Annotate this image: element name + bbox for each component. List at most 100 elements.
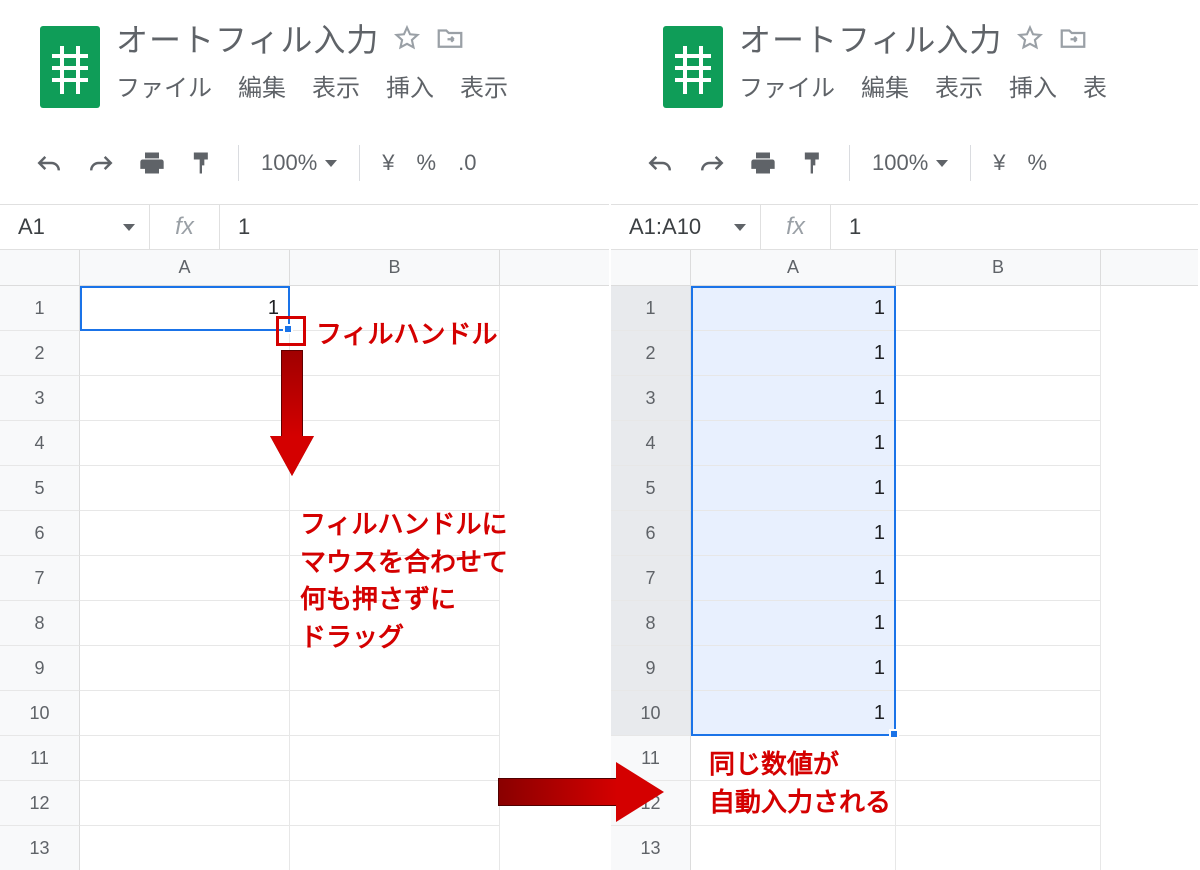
column-header-a[interactable]: A (691, 250, 896, 285)
redo-icon[interactable] (86, 152, 116, 174)
formula-input[interactable]: 1 (220, 205, 609, 249)
menu-insert[interactable]: 挿入 (386, 68, 434, 103)
spreadsheet-grid[interactable]: A B 112131415161718191101111213 同じ数値が 自動… (611, 250, 1198, 870)
cell[interactable] (896, 511, 1101, 556)
cell[interactable]: 1 (691, 421, 896, 466)
row-header[interactable]: 4 (0, 421, 80, 466)
cell[interactable] (896, 781, 1101, 826)
row-header[interactable]: 12 (0, 781, 80, 826)
row-header[interactable]: 3 (611, 376, 691, 421)
row-header[interactable]: 8 (0, 601, 80, 646)
cell[interactable] (896, 736, 1101, 781)
row-header[interactable]: 1 (0, 286, 80, 331)
cell[interactable] (896, 286, 1101, 331)
menu-view[interactable]: 表示 (935, 68, 983, 103)
cell[interactable] (290, 826, 500, 870)
cell[interactable]: 1 (80, 286, 290, 331)
select-all-corner[interactable] (611, 250, 691, 285)
cell[interactable]: 1 (691, 376, 896, 421)
row-header[interactable]: 4 (611, 421, 691, 466)
zoom-selector[interactable]: 100% (261, 150, 337, 176)
star-icon[interactable] (1016, 24, 1044, 52)
cell[interactable] (290, 781, 500, 826)
row-header[interactable]: 13 (0, 826, 80, 870)
paint-format-icon[interactable] (188, 149, 216, 177)
row-header[interactable]: 1 (611, 286, 691, 331)
cell[interactable] (80, 376, 290, 421)
format-decimal-button[interactable]: .0 (458, 150, 476, 176)
row-header[interactable]: 11 (0, 736, 80, 781)
cell[interactable] (80, 511, 290, 556)
row-header[interactable]: 8 (611, 601, 691, 646)
cell[interactable] (896, 556, 1101, 601)
cell[interactable]: 1 (691, 556, 896, 601)
row-header[interactable]: 5 (611, 466, 691, 511)
cell[interactable] (80, 646, 290, 691)
cell[interactable] (896, 646, 1101, 691)
name-box[interactable]: A1:A10 (611, 205, 761, 249)
format-currency-button[interactable]: ¥ (993, 150, 1005, 176)
cell[interactable]: 1 (691, 331, 896, 376)
cell[interactable] (896, 826, 1101, 870)
row-header[interactable]: 3 (0, 376, 80, 421)
row-header[interactable]: 6 (0, 511, 80, 556)
column-header-a[interactable]: A (80, 250, 290, 285)
cell[interactable] (80, 691, 290, 736)
menu-format[interactable]: 表 (1083, 68, 1107, 103)
row-header[interactable]: 2 (0, 331, 80, 376)
format-percent-button[interactable]: % (417, 150, 437, 176)
redo-icon[interactable] (697, 152, 727, 174)
column-header-b[interactable]: B (290, 250, 500, 285)
cell[interactable]: 1 (691, 646, 896, 691)
cell[interactable] (691, 826, 896, 870)
cell[interactable]: 1 (691, 286, 896, 331)
cell[interactable] (896, 466, 1101, 511)
menu-format[interactable]: 表示 (460, 68, 508, 103)
formula-input[interactable]: 1 (831, 205, 1198, 249)
cell[interactable] (896, 691, 1101, 736)
menu-view[interactable]: 表示 (312, 68, 360, 103)
menu-edit[interactable]: 編集 (238, 68, 286, 103)
print-icon[interactable] (138, 150, 166, 176)
cell[interactable] (896, 601, 1101, 646)
cell[interactable]: 1 (691, 466, 896, 511)
row-header[interactable]: 7 (0, 556, 80, 601)
cell[interactable] (80, 421, 290, 466)
doc-title[interactable]: オートフィル入力 (739, 15, 1002, 61)
doc-title[interactable]: オートフィル入力 (116, 15, 379, 61)
paint-format-icon[interactable] (799, 149, 827, 177)
menu-insert[interactable]: 挿入 (1009, 68, 1057, 103)
row-header[interactable]: 10 (611, 691, 691, 736)
row-header[interactable]: 7 (611, 556, 691, 601)
row-header[interactable]: 6 (611, 511, 691, 556)
cell[interactable]: 1 (691, 691, 896, 736)
zoom-selector[interactable]: 100% (872, 150, 948, 176)
cell[interactable] (896, 421, 1101, 466)
cell[interactable] (290, 421, 500, 466)
cell[interactable] (80, 781, 290, 826)
cell[interactable] (290, 736, 500, 781)
cell[interactable] (896, 331, 1101, 376)
cell[interactable]: 1 (691, 511, 896, 556)
row-header[interactable]: 9 (611, 646, 691, 691)
undo-icon[interactable] (34, 152, 64, 174)
menu-edit[interactable]: 編集 (861, 68, 909, 103)
name-box[interactable]: A1 (0, 205, 150, 249)
move-folder-icon[interactable] (1058, 25, 1088, 51)
cell[interactable] (290, 691, 500, 736)
cell[interactable] (80, 826, 290, 870)
cell[interactable] (80, 736, 290, 781)
row-header[interactable]: 13 (611, 826, 691, 870)
row-header[interactable]: 9 (0, 646, 80, 691)
undo-icon[interactable] (645, 152, 675, 174)
format-currency-button[interactable]: ¥ (382, 150, 394, 176)
print-icon[interactable] (749, 150, 777, 176)
move-folder-icon[interactable] (435, 25, 465, 51)
row-header[interactable]: 2 (611, 331, 691, 376)
cell[interactable] (80, 466, 290, 511)
fill-handle[interactable] (889, 729, 899, 739)
column-header-b[interactable]: B (896, 250, 1101, 285)
format-percent-button[interactable]: % (1028, 150, 1048, 176)
cell[interactable] (80, 601, 290, 646)
star-icon[interactable] (393, 24, 421, 52)
